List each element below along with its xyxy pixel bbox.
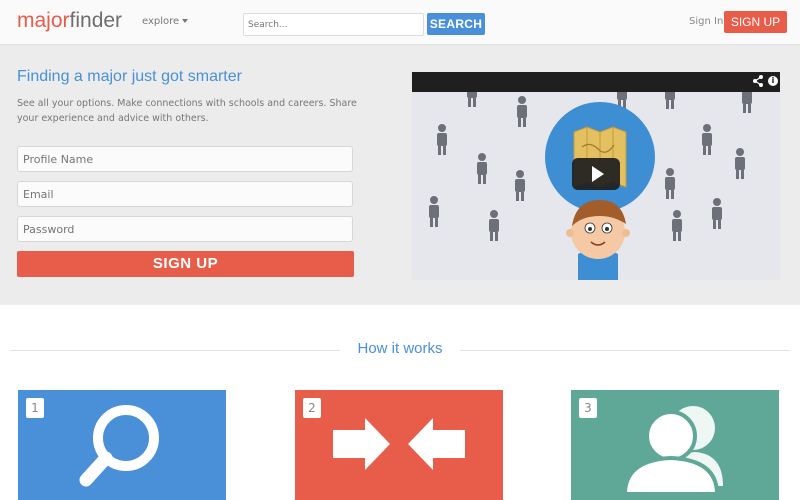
signup-button[interactable]: SIGN UP: [17, 251, 354, 277]
logo-finder: finder: [69, 9, 123, 32]
step-card-3[interactable]: 3: [571, 390, 779, 500]
step-number: 1: [26, 398, 44, 418]
caret-down-icon: [182, 19, 189, 23]
logo-major: major: [17, 9, 70, 32]
explore-dropdown[interactable]: explore: [142, 16, 189, 27]
share-icon[interactable]: [752, 74, 764, 88]
password-field[interactable]: [17, 216, 353, 242]
info-icon[interactable]: i: [768, 76, 778, 86]
email-field[interactable]: [17, 181, 353, 207]
how-it-works-heading: How it works: [357, 340, 443, 357]
people-icon: [622, 406, 723, 496]
navbar: majorfinder explore SEARCH Sign In SIGN …: [0, 0, 800, 45]
play-button[interactable]: [572, 158, 620, 190]
step-card-1[interactable]: 1: [18, 390, 226, 500]
step-number: 3: [579, 398, 597, 418]
hero-description: See all your options. Make connections w…: [17, 98, 357, 124]
divider-left: [10, 350, 340, 351]
logo[interactable]: majorfinder: [17, 9, 122, 33]
video-player[interactable]: i: [412, 72, 780, 280]
compare-arrows-icon: [333, 418, 465, 470]
step-card-2[interactable]: 2: [295, 390, 503, 500]
search-button[interactable]: SEARCH: [427, 13, 485, 35]
divider-right: [460, 350, 790, 351]
video-title-bar: i: [412, 72, 780, 92]
search-icon: [79, 405, 159, 487]
video-thumbnail: [412, 92, 780, 280]
hero-title: Finding a major just got smarter: [17, 68, 242, 85]
signup-button-top[interactable]: SIGN UP: [724, 11, 787, 33]
step-number: 2: [303, 398, 321, 418]
search-input[interactable]: [243, 13, 424, 36]
profile-name-field[interactable]: [17, 146, 353, 172]
signin-link[interactable]: Sign In: [689, 16, 723, 27]
hero-section: Finding a major just got smarter See all…: [0, 45, 800, 305]
explore-label: explore: [142, 16, 180, 27]
